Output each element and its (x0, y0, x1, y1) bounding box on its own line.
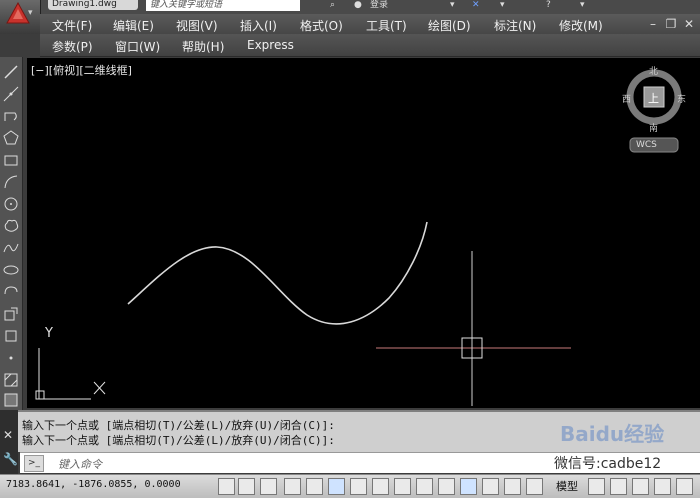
viewcube-top-face[interactable]: 上 (648, 90, 659, 106)
command-line-sidebar: ✕ 🔧 (0, 410, 18, 474)
coordinates-readout[interactable]: 7183.8641, -1876.0855, 0.0000 (6, 479, 181, 490)
help-dropdown-icon[interactable]: ▾ (580, 0, 585, 12)
menu-bar: 文件(F) 编辑(E) 视图(V) 插入(I) 格式(O) 工具(T) 绘图(D… (40, 14, 700, 34)
model-space-button[interactable]: 模型 (556, 478, 578, 494)
ellipse-tool-icon[interactable] (2, 261, 20, 279)
share-icon[interactable]: ▾ (500, 0, 505, 12)
point-tool-icon[interactable] (2, 349, 20, 367)
menu-file[interactable]: 文件(F) (52, 17, 92, 34)
dropdown-arrow-icon[interactable]: ▾ (450, 0, 455, 12)
spline-curve (127, 221, 428, 325)
application-menu-button[interactable]: ▾ (0, 0, 41, 34)
3d-object-snap-icon[interactable] (350, 478, 367, 495)
dynamic-input-icon[interactable] (416, 478, 433, 495)
autocad-logo-icon (6, 2, 30, 24)
grid-display-icon[interactable] (260, 478, 277, 495)
app-menu-arrow-icon: ▾ (28, 8, 33, 18)
search-input[interactable]: 键入关键字或短语 (146, 0, 300, 11)
menu-view[interactable]: 视图(V) (176, 17, 218, 34)
line-tool-icon[interactable] (2, 63, 20, 81)
exchange-icon[interactable]: ✕ (472, 0, 480, 12)
command-history-line: 输入下一个点或 [端点相切(T)/公差(L)/放弃(U)/闭合(C)]: (22, 434, 335, 447)
watermark-brand: Baidu经验 (560, 422, 665, 446)
restore-icon[interactable]: ❐ (664, 17, 678, 31)
menu-edit[interactable]: 编辑(E) (113, 17, 154, 34)
close-icon[interactable]: ✕ (682, 17, 696, 31)
watermark-account: 微信号:cadbe12 (554, 456, 662, 472)
construction-line-tool-icon[interactable] (2, 85, 20, 103)
polyline-tool-icon[interactable] (2, 107, 20, 125)
hatch-tool-icon[interactable] (2, 371, 20, 389)
user-icon[interactable]: ● (354, 0, 364, 12)
menu-window[interactable]: 窗口(W) (115, 38, 160, 55)
viewcube-north-label[interactable]: 北 (649, 64, 658, 77)
quick-view-drawings-icon[interactable] (610, 478, 627, 495)
workspace-switching-icon[interactable] (654, 478, 671, 495)
infer-constraints-icon[interactable] (218, 478, 235, 495)
gradient-tool-icon[interactable] (2, 391, 20, 409)
viewcube-south-label[interactable]: 南 (649, 121, 658, 134)
viewcube-east-label[interactable]: 东 (677, 92, 686, 105)
annotation-monitor-icon[interactable] (526, 478, 543, 495)
command-input-placeholder: 键入命令 (58, 458, 102, 471)
menu-bar-row2: 参数(P) 窗口(W) 帮助(H) Express (40, 34, 700, 57)
annotation-scale-icon[interactable] (632, 478, 649, 495)
menu-express[interactable]: Express (247, 38, 294, 52)
menu-format[interactable]: 格式(O) (300, 17, 343, 34)
rectangle-tool-icon[interactable] (2, 151, 20, 169)
menu-help[interactable]: 帮助(H) (182, 38, 224, 55)
document-tab[interactable]: Drawing1.dwg (48, 0, 138, 10)
menu-parametric[interactable]: 参数(P) (52, 38, 93, 55)
signin-label[interactable]: 登录 (370, 0, 388, 12)
ucs-y-label: Y (45, 326, 53, 341)
lineweight-icon[interactable] (438, 478, 455, 495)
wrench-icon[interactable]: 🔧 (3, 452, 18, 466)
menu-insert[interactable]: 插入(I) (240, 17, 277, 34)
command-prompt-icon[interactable]: >_ (24, 455, 44, 472)
spline-tool-icon[interactable] (2, 239, 20, 257)
polygon-tool-icon[interactable] (2, 129, 20, 147)
menu-dimension[interactable]: 标注(N) (494, 17, 536, 34)
menu-modify[interactable]: 修改(M) (559, 17, 603, 34)
make-block-tool-icon[interactable] (2, 327, 20, 345)
object-snap-tracking-icon[interactable] (372, 478, 389, 495)
viewcube-west-label[interactable]: 西 (622, 92, 631, 105)
wcs-menu-button[interactable]: WCS (636, 140, 657, 150)
quick-view-layouts-icon[interactable] (588, 478, 605, 495)
polar-tracking-icon[interactable] (306, 478, 323, 495)
draw-toolbar (0, 57, 23, 410)
minimize-icon[interactable]: – (646, 17, 660, 31)
menu-draw[interactable]: 绘图(D) (428, 17, 471, 34)
close-command-line-icon[interactable]: ✕ (3, 428, 13, 442)
binoculars-icon[interactable]: ⌕ (330, 0, 344, 12)
status-bar: 7183.8641, -1876.0855, 0.0000 模型 (0, 474, 700, 498)
snap-mode-icon[interactable] (238, 478, 255, 495)
menu-tools[interactable]: 工具(T) (366, 17, 407, 34)
drawing-svg (35, 69, 682, 406)
revision-cloud-tool-icon[interactable] (2, 217, 20, 235)
selection-cycling-icon[interactable] (504, 478, 521, 495)
transparency-icon[interactable] (460, 478, 477, 495)
dynamic-ucs-icon[interactable] (394, 478, 411, 495)
object-snap-icon[interactable] (328, 478, 345, 495)
circle-tool-icon[interactable] (2, 195, 20, 213)
insert-block-tool-icon[interactable] (2, 305, 20, 323)
ucs-icon (35, 348, 106, 400)
ortho-mode-icon[interactable] (284, 478, 301, 495)
toolbar-lock-icon[interactable] (676, 478, 693, 495)
drawing-area[interactable]: [−][俯视][二维线框] Y 北 南 东 西 上 WCS (27, 58, 700, 408)
ellipse-arc-tool-icon[interactable] (2, 283, 20, 301)
quick-properties-icon[interactable] (482, 478, 499, 495)
command-history-line: 输入下一个点或 [端点相切(T)/公差(L)/放弃(U)/闭合(C)]: (22, 419, 335, 432)
arc-tool-icon[interactable] (2, 173, 20, 191)
help-icon[interactable]: ? (546, 0, 551, 12)
